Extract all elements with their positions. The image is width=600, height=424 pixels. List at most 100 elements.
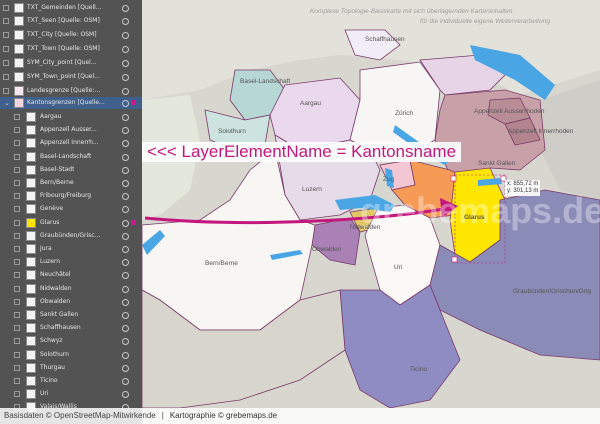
- target-circle-icon[interactable]: [122, 338, 129, 346]
- visibility-toggle[interactable]: [14, 272, 20, 279]
- sublayer-row[interactable]: Sankt Gallen: [0, 309, 142, 321]
- sublayer-row[interactable]: Schwyz: [0, 335, 142, 347]
- sublayer-row[interactable]: Glarus: [0, 217, 142, 229]
- layer-row[interactable]: SYM_Town_point [Quel...: [0, 71, 142, 83]
- target-circle-icon[interactable]: [122, 153, 129, 161]
- visibility-toggle[interactable]: [14, 298, 20, 305]
- expand-chevron-icon[interactable]: ⌄: [4, 99, 10, 107]
- canton-aargau[interactable]: [269, 77, 361, 151]
- visibility-toggle[interactable]: [14, 140, 20, 147]
- visibility-toggle[interactable]: [14, 285, 20, 292]
- target-circle-icon[interactable]: [122, 325, 129, 333]
- selection-square-icon[interactable]: [131, 219, 136, 225]
- target-circle-icon[interactable]: [122, 193, 129, 201]
- target-circle-icon[interactable]: [122, 232, 129, 240]
- target-circle-icon[interactable]: [122, 180, 129, 187]
- sublayer-row[interactable]: Ticino: [0, 375, 142, 387]
- target-circle-icon[interactable]: [122, 391, 129, 399]
- sublayer-thumbnail-icon: [26, 138, 36, 149]
- target-circle-icon[interactable]: [122, 206, 129, 214]
- visibility-toggle[interactable]: [3, 60, 9, 66]
- target-circle-icon[interactable]: [122, 246, 129, 253]
- visibility-toggle[interactable]: [14, 312, 20, 318]
- target-circle-icon[interactable]: [122, 32, 129, 39]
- sublayer-row[interactable]: Appenzell Innerrh...: [0, 137, 142, 149]
- sublayer-row[interactable]: Graubünden/Grisc...: [0, 230, 142, 242]
- target-circle-icon[interactable]: [122, 166, 129, 174]
- selection-handle[interactable]: [450, 175, 457, 182]
- visibility-toggle[interactable]: [14, 127, 20, 134]
- sublayer-row[interactable]: Jura: [0, 243, 142, 255]
- sublayer-row[interactable]: Thurgau: [0, 362, 142, 374]
- target-circle-icon[interactable]: [122, 140, 129, 148]
- layer-row[interactable]: TXT_Seen [Quelle: OSM]: [0, 15, 142, 27]
- layer-row[interactable]: TXT_Town [Quelle: OSM]: [0, 43, 142, 55]
- target-circle-icon[interactable]: [122, 259, 129, 267]
- sublayer-row[interactable]: Neuchâtel: [0, 269, 142, 281]
- visibility-toggle[interactable]: [14, 193, 20, 200]
- target-circle-icon[interactable]: [122, 60, 129, 67]
- sublayer-row[interactable]: Appenzell Ausser...: [0, 124, 142, 136]
- selection-handle[interactable]: [451, 256, 458, 263]
- sublayer-row[interactable]: Uri: [0, 388, 142, 400]
- visibility-toggle[interactable]: [14, 364, 20, 371]
- target-circle-icon[interactable]: [122, 364, 129, 372]
- visibility-toggle[interactable]: [3, 5, 9, 11]
- sublayer-row[interactable]: Nidwalden: [0, 283, 142, 295]
- target-circle-icon[interactable]: [122, 114, 129, 121]
- visibility-toggle[interactable]: [14, 153, 20, 160]
- layer-row[interactable]: SYM_City_point [Quel...: [0, 57, 142, 69]
- sublayer-row[interactable]: Bern/Berne: [0, 177, 142, 189]
- target-circle-icon[interactable]: [122, 312, 129, 319]
- layer-row[interactable]: Landesgrenze [Quelle:...: [0, 85, 142, 97]
- target-circle-icon[interactable]: [122, 351, 129, 359]
- sublayer-row[interactable]: Genève: [0, 203, 142, 215]
- target-circle-icon[interactable]: [122, 46, 129, 53]
- target-circle-icon[interactable]: [122, 298, 129, 306]
- visibility-toggle[interactable]: [3, 88, 9, 94]
- layer-label: Kantonsgrenzen [Quelle...: [27, 99, 105, 106]
- sublayer-row[interactable]: Obwalden: [0, 296, 142, 308]
- target-circle-icon[interactable]: [122, 100, 129, 107]
- sublayer-row[interactable]: Basel-Landschaft: [0, 151, 142, 163]
- visibility-toggle[interactable]: [3, 18, 9, 24]
- target-circle-icon[interactable]: [122, 5, 129, 12]
- layer-row-selected[interactable]: ⌄ Kantonsgrenzen [Quelle...: [0, 97, 142, 109]
- sublayer-row[interactable]: Aargau: [0, 111, 142, 123]
- target-circle-icon[interactable]: [122, 74, 129, 81]
- sublayer-row[interactable]: Basel-Stadt: [0, 164, 142, 176]
- sublayer-row[interactable]: Schaffhausen: [0, 322, 142, 334]
- target-circle-icon[interactable]: [122, 285, 129, 293]
- sublayer-row[interactable]: Luzern: [0, 256, 142, 268]
- visibility-toggle[interactable]: [14, 391, 20, 398]
- visibility-toggle[interactable]: [14, 166, 20, 173]
- visibility-toggle[interactable]: [14, 232, 20, 239]
- visibility-toggle[interactable]: [14, 378, 20, 384]
- sublayer-label: Appenzell Ausser...: [40, 126, 97, 134]
- visibility-toggle[interactable]: [14, 114, 20, 120]
- visibility-toggle[interactable]: [3, 46, 9, 52]
- target-circle-icon[interactable]: [122, 18, 129, 25]
- layer-row[interactable]: TXT_Gemeinden [Quell...: [0, 2, 142, 14]
- visibility-toggle[interactable]: [14, 246, 20, 252]
- visibility-toggle[interactable]: [14, 219, 20, 226]
- visibility-toggle[interactable]: [3, 74, 9, 80]
- annotation-text: <<< LayerElementName = Kantonsname: [142, 142, 462, 162]
- map-label: Zug: [383, 176, 395, 183]
- sublayer-row[interactable]: Solothurn: [0, 349, 142, 361]
- visibility-toggle[interactable]: [3, 32, 9, 38]
- target-circle-icon[interactable]: [122, 88, 129, 95]
- target-circle-icon[interactable]: [122, 127, 129, 135]
- target-circle-icon[interactable]: [122, 272, 129, 280]
- visibility-toggle[interactable]: [14, 180, 20, 186]
- visibility-toggle[interactable]: [14, 259, 20, 266]
- target-circle-icon[interactable]: [122, 378, 129, 385]
- visibility-toggle[interactable]: [14, 325, 20, 332]
- visibility-toggle[interactable]: [14, 351, 20, 358]
- target-circle-icon[interactable]: [122, 219, 129, 227]
- selection-square-icon[interactable]: [131, 100, 136, 105]
- visibility-toggle[interactable]: [14, 206, 20, 213]
- sublayer-row[interactable]: Fribourg/Freiburg: [0, 190, 142, 202]
- visibility-toggle[interactable]: [14, 338, 20, 345]
- layer-row[interactable]: TXT_City [Quelle: OSM]: [0, 29, 142, 41]
